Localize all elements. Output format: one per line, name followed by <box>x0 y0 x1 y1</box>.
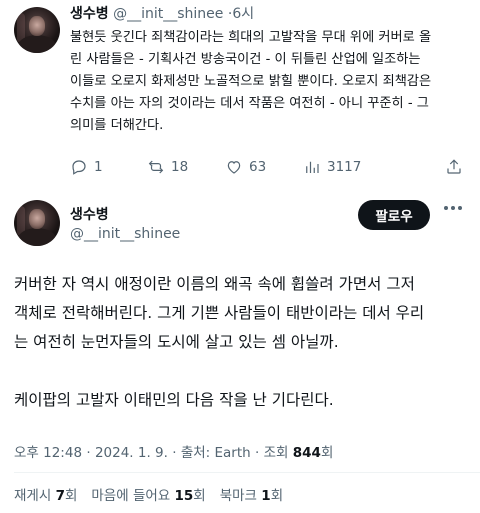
separator-dot: · <box>86 445 95 461</box>
views-suffix: 회 <box>320 445 334 461</box>
avatar-face <box>29 209 45 229</box>
tweet-time[interactable]: 6시 <box>232 6 254 22</box>
avatar-shoulders <box>18 35 56 53</box>
stat-suffix: 회 <box>193 488 206 504</box>
display-name[interactable]: 생수병 <box>70 6 109 22</box>
separator-dot: · <box>255 445 264 461</box>
likes-stat[interactable]: 마음에 들어요 15회 <box>91 484 205 504</box>
follow-button[interactable]: 팔로우 <box>358 200 430 230</box>
divider <box>14 472 480 473</box>
handle[interactable]: @__init__shinee <box>113 6 223 22</box>
tweet-source: 출처: Earth <box>180 445 251 461</box>
text-line: 수치를 아는 자의 것이라는 데서 작품은 여전히 - 아니 꾸준히 - 그 <box>70 96 429 111</box>
avatar[interactable] <box>14 7 60 53</box>
avatar[interactable] <box>14 200 60 246</box>
retweet-count: 18 <box>171 159 189 175</box>
avatar-shoulders <box>18 228 56 246</box>
text-line: 이들로 오로지 화제성만 노골적으로 밝힐 뿐이다. 오로지 죄책감은 <box>70 74 432 89</box>
share-icon <box>447 159 461 174</box>
stat-suffix: 회 <box>270 488 284 504</box>
text-line: 케이팝의 고발자 이태민의 다음 작을 난 기다린다. <box>14 391 334 409</box>
reply-tweet-actions: 1 18 63 3117 <box>70 158 470 180</box>
bookmarks-count: 1 <box>261 488 271 504</box>
reply-count: 1 <box>94 159 103 175</box>
tweet-meta: 오후 12:48 · 2024. 1. 9. · 출처: Earth · 조회 … <box>14 441 333 461</box>
likes-label: 마음에 들어요 <box>91 488 171 504</box>
text-line: 객체로 전락해버린다. 그게 기쁜 사람들이 태반이라는 데서 우리 <box>14 304 425 322</box>
reply-button[interactable]: 1 <box>70 158 103 176</box>
likes-count: 15 <box>174 488 194 504</box>
view-count: 3117 <box>327 159 362 175</box>
retweets-label: 재게시 <box>14 488 52 504</box>
heart-icon <box>227 161 241 174</box>
like-count: 63 <box>249 159 267 175</box>
text-line: 의미를 더해간다. <box>70 118 164 133</box>
avatar-face <box>29 16 45 36</box>
stat-suffix: 회 <box>64 488 78 504</box>
retweet-button[interactable]: 18 <box>147 158 188 176</box>
views-count: 844 <box>292 445 321 461</box>
retweets-stat[interactable]: 재게시 7회 <box>14 484 77 504</box>
display-name[interactable]: 생수병 <box>70 204 109 224</box>
handle[interactable]: @__init__shinee <box>70 226 180 242</box>
separator-dot: · <box>172 445 181 461</box>
tweet-date[interactable]: 2024. 1. 9. <box>95 445 168 461</box>
reply-icon <box>72 160 86 175</box>
main-tweet-text: 커버한 자 역시 애정이란 이름의 왜곡 속에 휩쓸려 가면서 그저 객체로 전… <box>14 270 474 415</box>
bar-chart-icon <box>306 161 319 173</box>
engagement-stats: 재게시 7회 마음에 들어요 15회 북마크 1회 <box>14 484 283 504</box>
reply-tweet-text: 불현듯 웃긴다 죄책감이라는 희대의 고발작을 무대 위에 커버로 올 린 사람… <box>70 27 470 137</box>
bookmarks-stat[interactable]: 북마크 1회 <box>220 484 283 504</box>
views-label: 조회 <box>263 445 289 461</box>
like-button[interactable]: 63 <box>225 158 266 176</box>
reply-tweet-header: 생수병 @__init__shinee ·6시 <box>70 3 254 23</box>
text-line: 불현듯 웃긴다 죄책감이라는 희대의 고발작을 무대 위에 커버로 올 <box>70 30 432 45</box>
text-line: 커버한 자 역시 애정이란 이름의 왜곡 속에 휩쓸려 가면서 그저 <box>14 275 415 293</box>
views-button[interactable]: 3117 <box>303 158 361 176</box>
more-options-icon[interactable] <box>444 206 462 210</box>
retweet-icon <box>148 160 164 174</box>
retweets-count: 7 <box>55 488 65 504</box>
bookmarks-label: 북마크 <box>219 488 257 504</box>
text-line: 는 여전히 눈먼자들의 도시에 살고 있는 셈 아닐까. <box>14 333 339 351</box>
tweet-time[interactable]: 오후 12:48 <box>14 445 82 461</box>
text-line: 린 사람들은 - 기획사건 방송국이건 - 이 뒤틀린 산업에 일조하는 <box>70 52 421 67</box>
share-button[interactable] <box>445 158 463 176</box>
